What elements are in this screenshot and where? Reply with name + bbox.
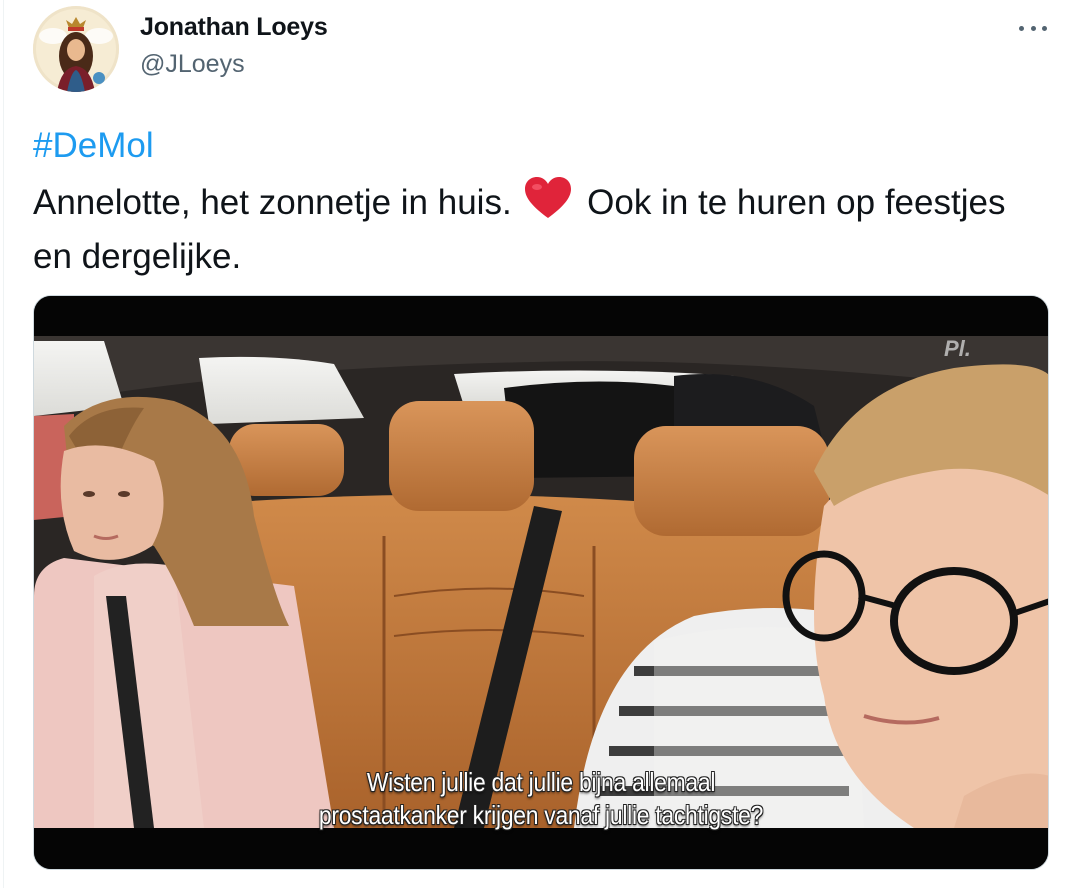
- more-dot: [1042, 25, 1047, 31]
- avatar[interactable]: [33, 6, 119, 92]
- tweet-text-part-1: Annelotte, het zonnetje in huis.: [33, 183, 512, 222]
- author-handle[interactable]: @JLoeys: [140, 50, 245, 79]
- tweet-media-image[interactable]: Pl. Wisten jullie dat jullie bijna allem…: [33, 295, 1049, 870]
- more-options-icon[interactable]: [1018, 18, 1048, 38]
- more-dot: [1030, 25, 1036, 31]
- avatar-image: [33, 6, 119, 92]
- red-heart-icon: [523, 176, 573, 233]
- author-name[interactable]: Jonathan Loeys: [140, 13, 328, 42]
- tweet-text: Annelotte, het zonnetje in huis. Ook in …: [33, 176, 1043, 281]
- subtitle-line-1: Wisten jullie dat jullie bijna allemaal: [366, 767, 716, 797]
- timeline-border: [3, 0, 4, 888]
- video-subtitles: Wisten jullie dat jullie bijna allemaal …: [34, 766, 1048, 832]
- more-dot: [1019, 25, 1024, 31]
- subtitle-line-2: prostaatkanker krijgen vanaf jullie tach…: [318, 800, 764, 830]
- svg-text:Pl.: Pl.: [944, 336, 971, 361]
- hashtag-link[interactable]: #DeMol: [33, 126, 154, 166]
